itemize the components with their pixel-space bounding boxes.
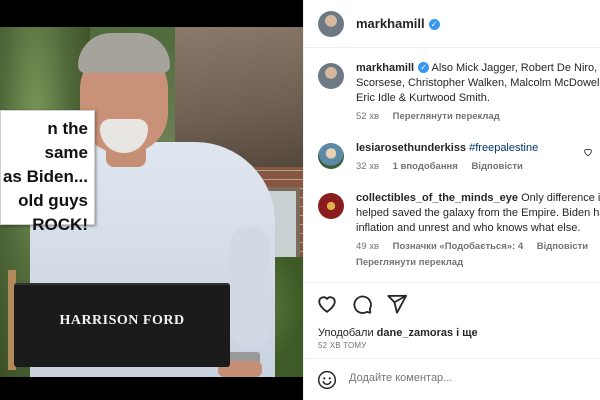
comments-list[interactable]: markhamill ✓ Also Mick Jagger, Robert De …	[304, 49, 600, 282]
caption-comment: markhamill ✓ Also Mick Jagger, Robert De …	[318, 61, 600, 122]
post-header: markhamill ✓	[304, 0, 600, 48]
liked-by-prefix: Уподобали	[318, 327, 374, 339]
comment-input[interactable]	[349, 372, 589, 384]
liked-by-text: Уподобали dane_zamoras і ще	[318, 327, 478, 339]
comment-time[interactable]: 52 хв	[356, 111, 379, 122]
avatar[interactable]	[318, 193, 344, 219]
comment-meta: 52 хв Переглянути переклад	[356, 111, 600, 122]
comment-time[interactable]: 49 хв	[356, 241, 379, 252]
liked-by-others[interactable]: і ще	[456, 327, 478, 339]
verified-badge-icon: ✓	[428, 19, 440, 30]
see-translation-link[interactable]: Переглянути переклад	[393, 111, 500, 122]
comment-likes[interactable]: 1 вподобання	[393, 161, 458, 172]
chair-label: HARRISON FORD	[59, 313, 185, 328]
comment-time[interactable]: 32 хв	[356, 161, 379, 172]
add-comment-bar	[304, 358, 600, 400]
comment-line: Eric Idle & Kurtwood Smith.	[356, 92, 490, 104]
comment-text: lesiarosethunderkiss #freepalestine	[356, 141, 600, 156]
comment-line: inflation and unrest and who knows what …	[356, 222, 581, 234]
person-arm	[230, 227, 270, 347]
comment-line: Also Mick Jagger, Robert De Niro, Jo	[431, 62, 600, 74]
comment-line: Scorsese, Christopher Walken, Malcolm Mc…	[356, 77, 600, 89]
directors-chair-back: HARRISON FORD	[14, 283, 230, 367]
avatar[interactable]	[318, 143, 344, 169]
comment-text: markhamill ✓ Also Mick Jagger, Robert De …	[356, 61, 600, 106]
comment-item: collectibles_of_the_minds_eye Only diffe…	[318, 191, 600, 268]
post-actions: Уподобали dane_zamoras і ще 52 ХВ ТОМУ	[304, 282, 600, 350]
header-username[interactable]: markhamill ✓	[356, 16, 440, 31]
comment-meta: Переглянути переклад	[356, 257, 600, 268]
comment-username[interactable]: collectibles_of_the_minds_eye	[356, 192, 518, 204]
reply-button[interactable]: Відповісти	[471, 161, 522, 172]
avatar[interactable]	[318, 10, 344, 37]
person-hair	[78, 33, 170, 73]
liked-by-user[interactable]: dane_zamoras	[377, 327, 453, 339]
avatar[interactable]	[318, 63, 344, 89]
comment-text: collectibles_of_the_minds_eye Only diffe…	[356, 191, 600, 236]
emoji-icon[interactable]	[317, 370, 337, 390]
see-translation-link[interactable]: Переглянути переклад	[356, 257, 463, 268]
comment-username[interactable]: markhamill	[356, 62, 414, 74]
comment-line: helped saved the galaxy from the Empire.…	[356, 207, 600, 219]
share-send-icon[interactable]	[386, 293, 408, 315]
protest-sign: n the same as Biden... old guys ROCK!	[0, 110, 95, 234]
comment-likes[interactable]: Позначки «Подобається»: 4	[393, 241, 523, 252]
comment-meta: 49 хв Позначки «Подобається»: 4 Відповіс…	[356, 241, 600, 252]
post-media[interactable]: n the same as Biden... old guys ROCK! HA…	[0, 0, 303, 400]
hashtag-link[interactable]: #freepalestine	[469, 142, 538, 154]
comment-meta: 32 хв 1 вподобання Відповісти	[356, 161, 600, 172]
post-details-panel: markhamill ✓ markhamill ✓ Also Mick Jagger…	[303, 0, 600, 400]
comment-line: Only difference is th	[521, 192, 600, 204]
like-heart-icon[interactable]	[316, 293, 338, 315]
comment-item: lesiarosethunderkiss #freepalestine 32 х…	[318, 141, 600, 172]
post-timestamp[interactable]: 52 ХВ ТОМУ	[318, 341, 367, 350]
comment-bubble-icon[interactable]	[351, 293, 373, 315]
reply-button[interactable]: Відповісти	[537, 241, 588, 252]
verified-badge-icon: ✓	[418, 62, 430, 73]
comment-username[interactable]: lesiarosethunderkiss	[356, 142, 466, 154]
like-comment-heart-icon[interactable]	[583, 147, 593, 157]
